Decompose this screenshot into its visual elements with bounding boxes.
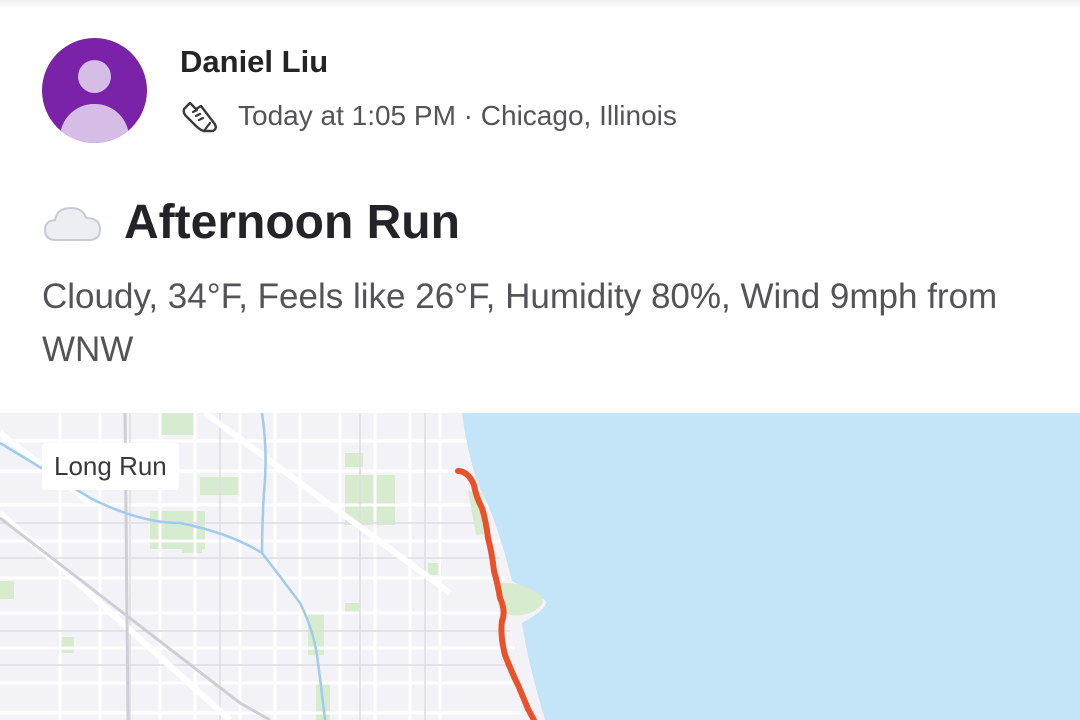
route-map[interactable]: Long Run (0, 413, 1080, 720)
cloud-icon (43, 206, 102, 241)
top-divider (0, 0, 1080, 8)
avatar[interactable] (42, 38, 147, 143)
running-shoe-icon (182, 101, 217, 133)
activity-title-row: Afternoon Run (42, 190, 460, 254)
activity-title[interactable]: Afternoon Run (124, 195, 460, 250)
avatar-body-shape (60, 104, 129, 143)
activity-header: Daniel Liu Today at 1:05 PM · Chicago, I… (42, 38, 1042, 148)
workout-type-tag: Long Run (42, 443, 179, 490)
activity-description: Cloudy, 34°F, Feels like 26°F, Humidity … (42, 277, 998, 369)
athlete-name[interactable]: Daniel Liu (180, 44, 328, 80)
activity-time-location: Today at 1:05 PM · Chicago, Illinois (238, 100, 677, 131)
activity-meta: Today at 1:05 PM · Chicago, Illinois (180, 96, 677, 136)
lake (462, 413, 1080, 720)
avatar-head-shape (78, 60, 111, 93)
